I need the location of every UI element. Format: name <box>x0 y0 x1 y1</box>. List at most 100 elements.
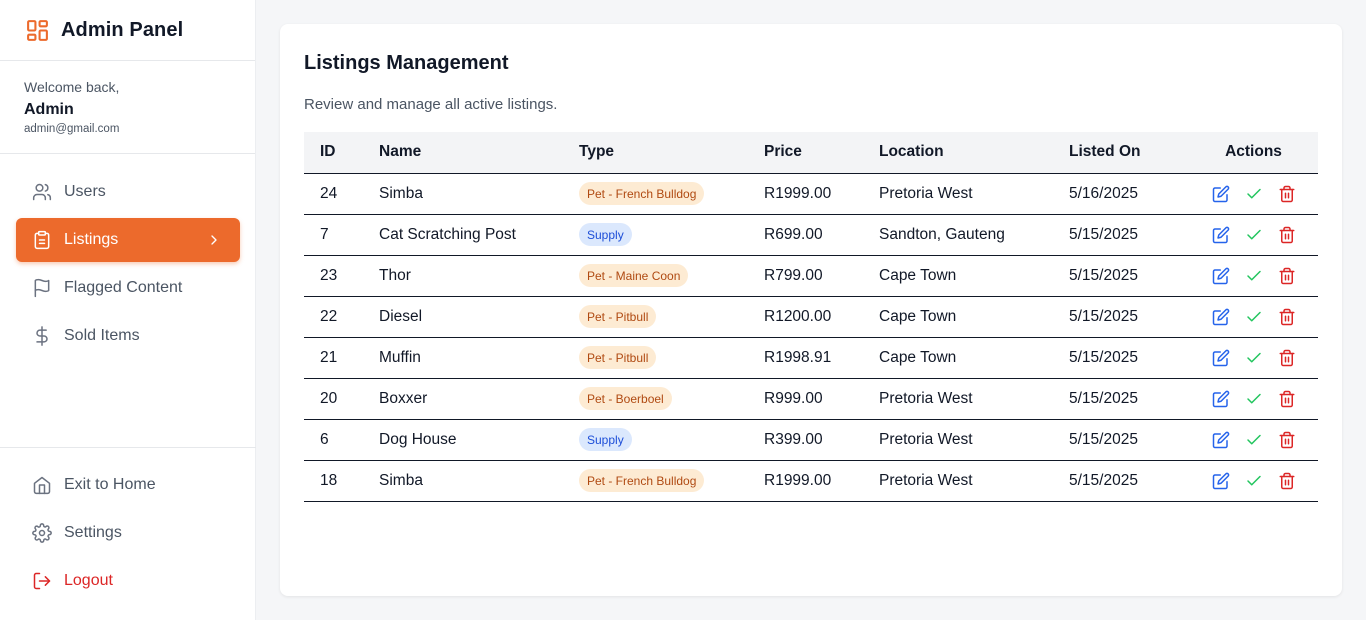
listings-card: Listings Management Review and manage al… <box>280 24 1342 596</box>
approve-check-icon[interactable] <box>1245 390 1263 408</box>
cell-location: Cape Town <box>879 337 1069 379</box>
nav-label-exit-to-home: Exit to Home <box>64 476 156 493</box>
header-type: Type <box>579 132 764 174</box>
table-row: 21 Muffin Pet - Pitbull R1998.91 Cape To… <box>304 337 1318 379</box>
approve-check-icon[interactable] <box>1245 267 1263 285</box>
nav-label-logout: Logout <box>64 572 113 589</box>
nav-item-exit-to-home[interactable]: Exit to Home <box>16 463 240 507</box>
approve-check-icon[interactable] <box>1245 349 1263 367</box>
type-badge: Pet - Boerboel <box>579 387 672 410</box>
nav-label-flagged-content: Flagged Content <box>64 279 183 296</box>
nav-item-sold-items[interactable]: Sold Items <box>16 314 240 358</box>
user-name: Admin <box>24 101 74 118</box>
edit-icon[interactable] <box>1212 308 1230 326</box>
cell-listed-on: 5/15/2025 <box>1069 419 1189 461</box>
user-email: admin@gmail.com <box>24 123 120 135</box>
edit-icon[interactable] <box>1212 185 1230 203</box>
cell-location: Pretoria West <box>879 460 1069 502</box>
cell-type: Pet - Maine Coon <box>579 255 764 297</box>
table-header-row: ID Name Type Price Location Listed On Ac… <box>304 132 1318 174</box>
header-name: Name <box>379 132 579 174</box>
edit-icon[interactable] <box>1212 390 1230 408</box>
header-actions: Actions <box>1189 132 1318 174</box>
header-id: ID <box>304 132 379 174</box>
delete-trash-icon[interactable] <box>1278 472 1296 490</box>
clipboard-icon <box>32 230 52 250</box>
delete-trash-icon[interactable] <box>1278 349 1296 367</box>
nav-item-flagged-content[interactable]: Flagged Content <box>16 266 240 310</box>
cell-price: R1999.00 <box>764 173 879 215</box>
cell-listed-on: 5/15/2025 <box>1069 337 1189 379</box>
approve-check-icon[interactable] <box>1245 431 1263 449</box>
nav-item-users[interactable]: Users <box>16 170 240 214</box>
delete-trash-icon[interactable] <box>1278 226 1296 244</box>
cell-actions <box>1189 173 1318 215</box>
cell-actions <box>1189 419 1318 461</box>
cell-location: Pretoria West <box>879 378 1069 420</box>
cell-id: 18 <box>304 460 379 502</box>
approve-check-icon[interactable] <box>1245 308 1263 326</box>
cell-name: Simba <box>379 460 579 502</box>
cell-listed-on: 5/15/2025 <box>1069 296 1189 338</box>
cell-type: Supply <box>579 419 764 461</box>
delete-trash-icon[interactable] <box>1278 390 1296 408</box>
delete-trash-icon[interactable] <box>1278 431 1296 449</box>
chevron-right-icon <box>206 232 222 248</box>
dashboard-logo-icon <box>25 18 50 43</box>
flag-icon <box>32 278 52 298</box>
cell-name: Dog House <box>379 419 579 461</box>
cell-id: 23 <box>304 255 379 297</box>
cell-listed-on: 5/15/2025 <box>1069 255 1189 297</box>
table-row: 24 Simba Pet - French Bulldog R1999.00 P… <box>304 173 1318 215</box>
type-badge: Pet - Maine Coon <box>579 264 689 287</box>
edit-icon[interactable] <box>1212 472 1230 490</box>
cell-listed-on: 5/16/2025 <box>1069 173 1189 215</box>
approve-check-icon[interactable] <box>1245 226 1263 244</box>
type-badge: Pet - Pitbull <box>579 305 657 328</box>
cell-actions <box>1189 460 1318 502</box>
cell-type: Pet - Pitbull <box>579 296 764 338</box>
type-badge: Supply <box>579 428 632 451</box>
nav-item-listings[interactable]: Listings <box>16 218 240 262</box>
delete-trash-icon[interactable] <box>1278 308 1296 326</box>
header-listed-on: Listed On <box>1069 132 1189 174</box>
app-title: Admin Panel <box>61 18 184 41</box>
table-row: 6 Dog House Supply R399.00 Pretoria West… <box>304 419 1318 461</box>
approve-check-icon[interactable] <box>1245 472 1263 490</box>
dollar-icon <box>32 326 52 346</box>
cell-price: R1998.91 <box>764 337 879 379</box>
cell-actions <box>1189 296 1318 338</box>
edit-icon[interactable] <box>1212 267 1230 285</box>
cell-actions <box>1189 378 1318 420</box>
nav-item-logout[interactable]: Logout <box>16 559 240 603</box>
approve-check-icon[interactable] <box>1245 185 1263 203</box>
edit-icon[interactable] <box>1212 226 1230 244</box>
page-subtitle: Review and manage all active listings. <box>304 96 558 113</box>
delete-trash-icon[interactable] <box>1278 185 1296 203</box>
nav-label-settings: Settings <box>64 524 122 541</box>
cell-listed-on: 5/15/2025 <box>1069 460 1189 502</box>
cell-type: Pet - Boerboel <box>579 378 764 420</box>
type-badge: Pet - Pitbull <box>579 346 657 369</box>
cell-location: Cape Town <box>879 255 1069 297</box>
edit-icon[interactable] <box>1212 349 1230 367</box>
logout-icon <box>32 571 52 591</box>
cell-id: 21 <box>304 337 379 379</box>
cell-type: Supply <box>579 214 764 256</box>
cell-name: Cat Scratching Post <box>379 214 579 256</box>
cell-price: R699.00 <box>764 214 879 256</box>
brand: Admin Panel <box>0 0 255 61</box>
table-row: 22 Diesel Pet - Pitbull R1200.00 Cape To… <box>304 296 1318 338</box>
edit-icon[interactable] <box>1212 431 1230 449</box>
table-row: 20 Boxxer Pet - Boerboel R999.00 Pretori… <box>304 378 1318 420</box>
bottom-nav: Exit to Home Settings Logout <box>0 447 256 607</box>
type-badge: Pet - French Bulldog <box>579 469 705 492</box>
delete-trash-icon[interactable] <box>1278 267 1296 285</box>
cell-name: Simba <box>379 173 579 215</box>
cell-price: R799.00 <box>764 255 879 297</box>
nav-item-settings[interactable]: Settings <box>16 511 240 555</box>
welcome-label: Welcome back, <box>24 79 120 95</box>
cell-actions <box>1189 255 1318 297</box>
cell-id: 22 <box>304 296 379 338</box>
cell-id: 20 <box>304 378 379 420</box>
